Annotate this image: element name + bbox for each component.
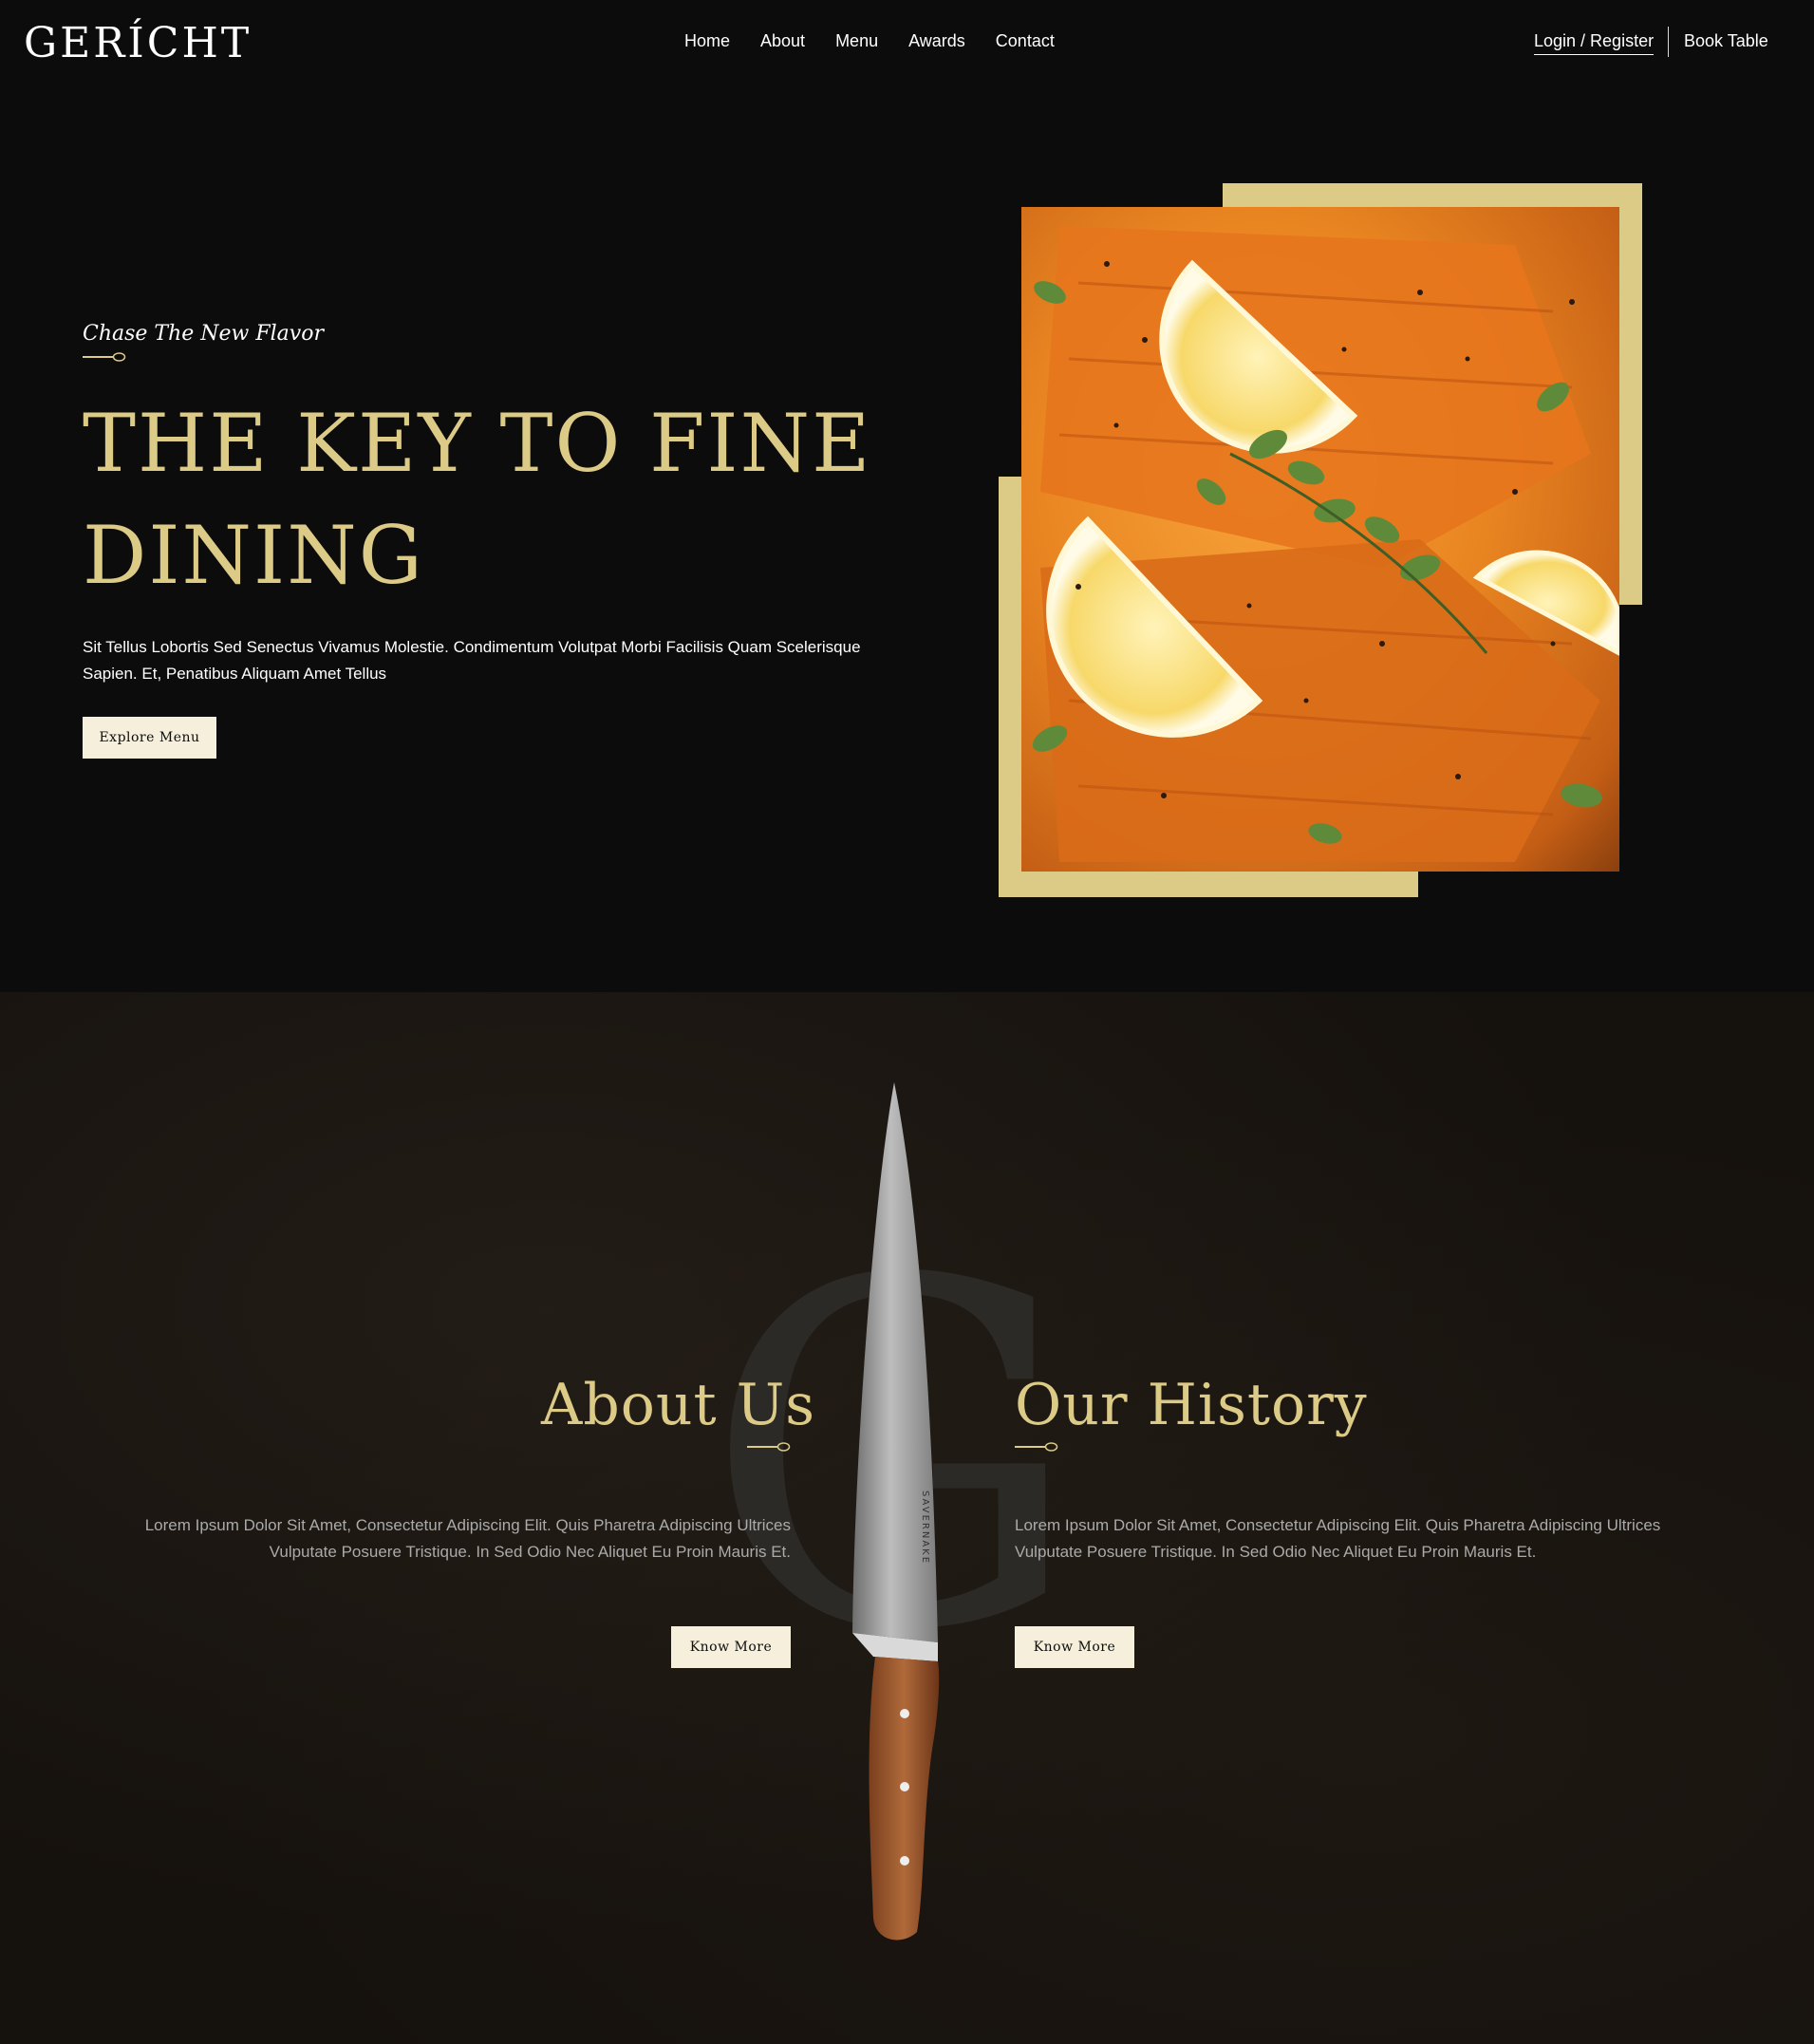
hero-description: Sit Tellus Lobortis Sed Senectus Vivamus… — [83, 638, 861, 683]
main-menu: Home About Menu Awards Contact — [684, 31, 1085, 51]
hero-food-image — [1021, 207, 1619, 872]
spoon-icon — [1015, 1442, 1058, 1452]
navbar: GERÍCHT Home About Menu Awards Contact L… — [0, 0, 1814, 85]
nav-link-about[interactable]: About — [760, 31, 805, 51]
about-us-text: Lorem Ipsum Dolor Sit Amet, Consectetur … — [144, 1516, 791, 1561]
hero-section: Chase The New Flavor THE KEY TO FINE DIN… — [0, 85, 1814, 992]
about-us-title: About Us — [541, 1372, 816, 1438]
login-register-link[interactable]: Login / Register — [1534, 31, 1655, 55]
spoon-icon — [747, 1442, 791, 1452]
knife-icon: SAVERNAKE — [852, 1082, 940, 1941]
hero-title: THE KEY TO FINE DINING — [83, 387, 937, 611]
our-history-text: Lorem Ipsum Dolor Sit Amet, Consectetur … — [1015, 1516, 1661, 1561]
hero-subtitle: Chase The New Flavor — [83, 322, 324, 346]
our-history-title: Our History — [1015, 1372, 1368, 1438]
nav-link-home[interactable]: Home — [684, 31, 730, 51]
nav-divider — [1668, 27, 1669, 57]
knife-brand-label: SAVERNAKE — [920, 1491, 930, 1565]
salmon-dish-illustration — [1032, 226, 1619, 862]
explore-menu-button[interactable]: Explore Menu — [83, 717, 216, 759]
nav-link-menu[interactable]: Menu — [835, 31, 878, 51]
hero-title-line-2: DINING — [83, 509, 424, 602]
nav-link-awards[interactable]: Awards — [908, 31, 965, 51]
book-table-link[interactable]: Book Table — [1684, 31, 1768, 51]
about-section: G About Us Lorem Ipsum Dolor Sit Amet, C… — [0, 992, 1814, 2044]
spoon-icon — [83, 352, 126, 362]
history-know-more-button[interactable]: Know More — [1015, 1626, 1134, 1668]
site-logo[interactable]: GERÍCHT — [24, 17, 252, 70]
hero-title-line-1: THE KEY TO FINE — [83, 397, 872, 490]
nav-link-contact[interactable]: Contact — [996, 31, 1055, 51]
about-know-more-button[interactable]: Know More — [671, 1626, 791, 1668]
